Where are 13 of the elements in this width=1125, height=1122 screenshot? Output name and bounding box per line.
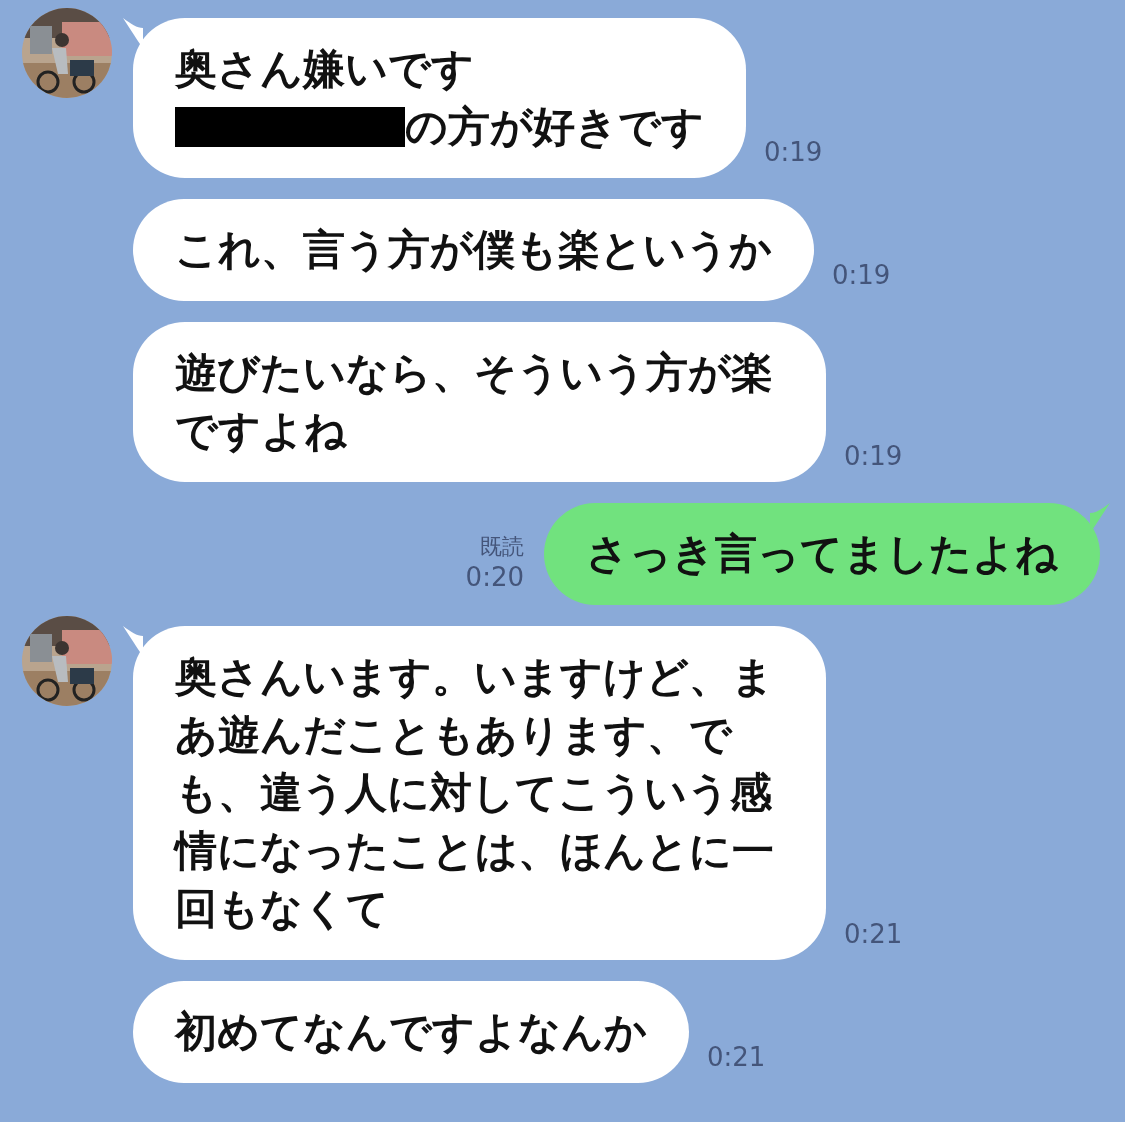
message-text: 奥さん嫌いです の方が好きです [175, 43, 704, 153]
message-text: さっき言ってましたよね [586, 528, 1058, 580]
message-time: 0:21 [707, 1041, 766, 1073]
message-time: 0:19 [844, 440, 903, 472]
read-receipt: 既読 [480, 533, 524, 561]
message-time: 0:19 [764, 136, 823, 168]
message-time: 0:19 [832, 259, 891, 291]
message-text: 奥さんいます。いますけど、まあ遊んだこともあります、でも、違う人に対してこういう感情になったことは、ほんとに一回もなくて [175, 651, 775, 935]
message-time: 0:20 [465, 561, 524, 593]
message-text: 初めてなんですよなんか [175, 1006, 647, 1058]
message-text: これ、言う方が僕も楽というか [175, 224, 772, 276]
message-text: 遊びたいなら、そういう方が楽ですよね [175, 347, 774, 457]
message-time: 0:21 [844, 918, 903, 950]
